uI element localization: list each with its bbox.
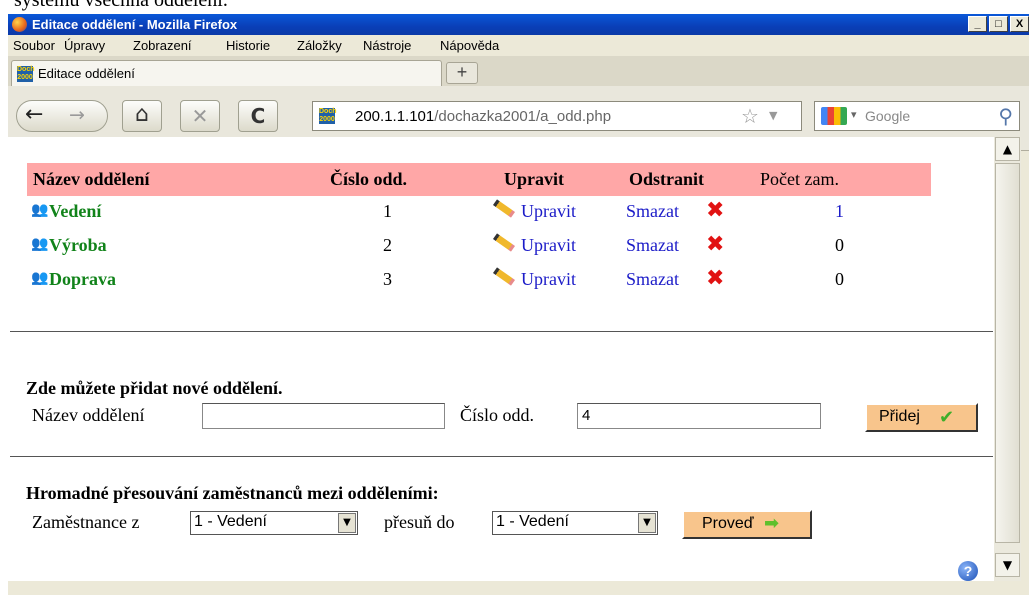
employee-count: 0 <box>835 235 844 255</box>
delete-link[interactable]: Smazat <box>626 235 679 256</box>
address-bar[interactable]: Doch 2000 200.1.1.101/dochazka2001/a_odd… <box>312 101 802 131</box>
url-path: /dochazka2001/a_odd.php <box>434 108 612 125</box>
dept-number: 3 <box>383 269 392 289</box>
tab-bar: Doch 2000 Editace oddělení + <box>8 56 1029 86</box>
move-from-label: Zaměstnance z <box>32 512 140 532</box>
table-header-row: Název oddělení Číslo odd. Upravit Odstra… <box>27 163 931 196</box>
edit-link[interactable]: Upravit <box>521 235 576 256</box>
page-content: Název oddělení Číslo odd. Upravit Odstra… <box>8 137 994 581</box>
move-section-heading: Hromadné přesouvání zaměstnanců mezi odd… <box>26 483 439 503</box>
search-placeholder: Google <box>865 108 911 124</box>
divider <box>10 456 993 457</box>
move-to-value: 1 - Vedení <box>496 513 569 530</box>
menu-soubor[interactable]: Soubor <box>13 38 55 53</box>
header-nazev: Název oddělení <box>33 169 150 189</box>
dept-name-link[interactable]: Vedení <box>49 201 101 222</box>
forward-arrow-icon[interactable]: → <box>69 104 85 126</box>
header-upravit: Upravit <box>504 169 564 189</box>
delete-x-icon[interactable]: ✖ <box>706 198 724 223</box>
pencil-icon[interactable] <box>492 199 516 218</box>
back-arrow-icon[interactable]: ← <box>25 102 43 127</box>
url-text[interactable]: 200.1.1.101/dochazka2001/a_odd.php <box>355 108 611 125</box>
chevron-down-icon[interactable]: ▼ <box>338 513 356 533</box>
menu-nastroje[interactable]: Nástroje <box>363 38 411 53</box>
google-logo-icon[interactable] <box>821 107 847 125</box>
header-pocet: Počet zam. <box>760 169 839 189</box>
add-button-label: Přidej <box>879 408 920 425</box>
delete-x-icon[interactable]: ✖ <box>706 266 724 291</box>
dept-name-label: Název oddělení <box>32 405 145 425</box>
menu-upravy[interactable]: Úpravy <box>64 38 105 53</box>
execute-button[interactable]: Proveď ➡ <box>682 510 812 539</box>
close-button[interactable]: X <box>1010 16 1029 32</box>
edit-link[interactable]: Upravit <box>521 269 576 290</box>
pencil-icon[interactable] <box>492 267 516 286</box>
bookmark-star-icon[interactable]: ☆ <box>741 104 759 128</box>
document-text-cut: systému všechna oddělení. <box>14 0 228 11</box>
minimize-button[interactable]: _ <box>968 16 987 32</box>
url-dropdown-icon[interactable]: ▼ <box>769 109 777 122</box>
add-button[interactable]: Přidej ✔ <box>865 403 978 432</box>
menu-historie[interactable]: Historie <box>226 38 270 53</box>
header-odstranit: Odstranit <box>629 169 705 189</box>
scroll-down-icon[interactable]: ▼ <box>995 553 1020 577</box>
firefox-logo-icon <box>12 17 27 32</box>
scroll-thumb[interactable] <box>995 163 1020 543</box>
table-row: 👥 Vedení 1 Upravit Smazat ✖ 1 <box>27 196 931 230</box>
dept-name-link[interactable]: Doprava <box>49 269 116 290</box>
dept-name-input[interactable] <box>202 403 445 429</box>
tab-label: Editace oddělení <box>38 66 135 81</box>
move-to-select[interactable]: 1 - Vedení ▼ <box>492 511 658 535</box>
table-row: 👥 Doprava 3 Upravit Smazat ✖ 0 <box>27 264 931 298</box>
dept-number: 1 <box>383 201 392 221</box>
dept-name-link[interactable]: Výroba <box>49 235 107 256</box>
reload-button[interactable]: C <box>238 100 278 132</box>
checkmark-icon: ✔ <box>939 407 955 428</box>
header-cislo: Číslo odd. <box>330 169 408 189</box>
title-bar: Editace oddělení - Mozilla Firefox _ □ X <box>8 14 1029 35</box>
add-section-heading: Zde můžete přidat nové oddělení. <box>26 378 283 398</box>
new-tab-button[interactable]: + <box>446 62 478 84</box>
move-to-label: přesuň do <box>384 512 455 532</box>
dept-number: 2 <box>383 235 392 255</box>
vertical-scrollbar[interactable]: ▲ ▼ <box>994 137 1021 581</box>
menu-zalozky[interactable]: Záložky <box>297 38 342 53</box>
home-button[interactable]: ⌂ <box>122 100 162 132</box>
execute-button-label: Proveď <box>702 515 754 532</box>
employee-count: 0 <box>835 269 844 289</box>
search-bar[interactable]: ▾ Google ⚲ <box>814 101 1020 131</box>
tab-editace-oddeleni[interactable]: Doch 2000 Editace oddělení <box>11 60 442 86</box>
site-favicon-icon: Doch 2000 <box>319 108 337 124</box>
people-icon: 👥 <box>31 270 49 286</box>
back-forward-group: ← → <box>16 100 108 132</box>
stop-button[interactable]: ✕ <box>180 100 220 132</box>
dept-number-input[interactable]: 4 <box>577 403 821 429</box>
delete-x-icon[interactable]: ✖ <box>706 232 724 257</box>
help-icon[interactable]: ? <box>958 561 978 581</box>
employee-count-link[interactable]: 1 <box>835 201 844 222</box>
pencil-icon[interactable] <box>492 233 516 252</box>
maximize-button[interactable]: □ <box>989 16 1008 32</box>
delete-link[interactable]: Smazat <box>626 201 679 222</box>
delete-link[interactable]: Smazat <box>626 269 679 290</box>
dept-number-label: Číslo odd. <box>460 405 535 425</box>
search-icon[interactable]: ⚲ <box>998 104 1013 128</box>
divider <box>10 331 993 332</box>
people-icon: 👥 <box>31 202 49 218</box>
table-row: 👥 Výroba 2 Upravit Smazat ✖ 0 <box>27 230 931 264</box>
scroll-up-icon[interactable]: ▲ <box>995 137 1020 161</box>
menu-napoveda[interactable]: Nápověda <box>440 38 499 53</box>
green-arrow-right-icon: ➡ <box>764 513 780 534</box>
url-host: 200.1.1.101 <box>355 108 435 125</box>
window-title: Editace oddělení - Mozilla Firefox <box>32 17 238 32</box>
search-engine-dropdown-icon[interactable]: ▾ <box>851 108 857 121</box>
menu-zobrazeni[interactable]: Zobrazení <box>133 38 192 53</box>
people-icon: 👥 <box>31 236 49 252</box>
move-from-select[interactable]: 1 - Vedení ▼ <box>190 511 358 535</box>
edit-link[interactable]: Upravit <box>521 201 576 222</box>
doch-favicon-icon: Doch 2000 <box>17 66 35 82</box>
chevron-down-icon[interactable]: ▼ <box>638 513 656 533</box>
menu-bar: Soubor Úpravy Zobrazení Historie Záložky… <box>8 35 1029 56</box>
move-from-value: 1 - Vedení <box>194 513 267 530</box>
